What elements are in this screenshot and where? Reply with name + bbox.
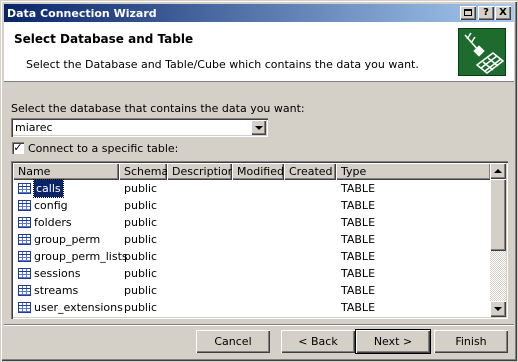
vertical-scrollbar[interactable] — [490, 163, 506, 317]
column-header-modified[interactable]: Modified — [232, 163, 284, 180]
next-button[interactable]: Next > — [356, 330, 430, 353]
database-dropdown[interactable]: miarec — [11, 118, 268, 137]
table-type: TABLE — [341, 301, 376, 314]
scroll-thumb[interactable] — [490, 179, 506, 251]
table-icon — [18, 234, 31, 245]
finish-button[interactable]: Finish — [434, 330, 508, 353]
table-icon — [18, 217, 31, 228]
question-mark-icon: ? — [483, 7, 489, 18]
table-icon — [18, 268, 31, 279]
wizard-header: Select Database and Table Select the Dat… — [4, 22, 514, 82]
table-schema: public — [124, 284, 158, 297]
table-name: folders — [34, 216, 72, 229]
table-schema: public — [124, 301, 158, 314]
database-label: Select the database that contains the da… — [11, 102, 305, 115]
table-row[interactable]: group_perm public TABLE — [13, 231, 491, 248]
dropdown-button[interactable] — [251, 120, 266, 135]
table-icon — [18, 302, 31, 313]
table-icon — [18, 183, 31, 194]
table-list[interactable]: Name Schema Description Modified Created… — [11, 161, 508, 319]
table-name: calls — [33, 179, 64, 198]
back-button[interactable]: < Back — [281, 330, 355, 353]
restore-button[interactable] — [460, 6, 476, 20]
table-schema: public — [124, 182, 158, 195]
column-header-description[interactable]: Description — [167, 163, 232, 180]
table-icon — [18, 251, 31, 262]
table-list-header: Name Schema Description Modified Created… — [13, 163, 491, 180]
table-schema: public — [124, 199, 158, 212]
help-button[interactable]: ? — [478, 6, 494, 20]
table-row[interactable]: calls public TABLE — [13, 179, 491, 198]
table-icon — [18, 285, 31, 296]
table-row[interactable]: streams public TABLE — [13, 282, 491, 299]
close-icon: X — [499, 7, 507, 18]
arrow-up-icon — [494, 169, 502, 173]
table-schema: public — [124, 267, 158, 280]
table-name: group_perm_lists — [34, 250, 128, 263]
table-row[interactable]: sessions public TABLE — [13, 265, 491, 282]
table-type: TABLE — [341, 250, 376, 263]
table-name: user_extensions — [34, 301, 123, 314]
table-name: group_perm — [34, 233, 101, 246]
wizard-table-plug-icon — [458, 28, 506, 76]
column-header-name[interactable]: Name — [13, 163, 119, 180]
table-name: sessions — [34, 267, 81, 280]
scroll-down-button[interactable] — [490, 301, 506, 317]
scroll-up-button[interactable] — [490, 163, 506, 179]
cancel-button[interactable]: Cancel — [196, 330, 270, 353]
table-type: TABLE — [341, 182, 376, 195]
connect-specific-table-checkbox[interactable]: ✓ — [12, 142, 24, 154]
chevron-down-icon — [255, 126, 263, 130]
restore-icon — [464, 9, 472, 16]
table-type: TABLE — [341, 199, 376, 212]
table-name: streams — [34, 284, 79, 297]
table-row[interactable]: user_extensions public TABLE — [13, 299, 491, 316]
table-schema: public — [124, 250, 158, 263]
window-title: Data Connection Wizard — [7, 6, 157, 20]
table-type: TABLE — [341, 284, 376, 297]
column-header-created[interactable]: Created — [284, 163, 336, 180]
table-type: TABLE — [341, 233, 376, 246]
table-row[interactable]: config public TABLE — [13, 197, 491, 214]
table-row[interactable]: folders public TABLE — [13, 214, 491, 231]
table-icon — [18, 200, 31, 211]
title-bar[interactable]: Data Connection Wizard ? X — [4, 4, 514, 22]
column-header-type[interactable]: Type — [336, 163, 491, 180]
column-header-schema[interactable]: Schema — [119, 163, 167, 180]
table-row[interactable]: group_perm_lists public TABLE — [13, 248, 491, 265]
database-value: miarec — [15, 121, 53, 134]
close-button[interactable]: X — [495, 6, 511, 20]
table-name: config — [34, 199, 68, 212]
table-schema: public — [124, 233, 158, 246]
data-connection-wizard-window: Data Connection Wizard ? X Select Databa… — [0, 0, 518, 362]
arrow-down-icon — [494, 307, 502, 311]
button-separator — [4, 324, 514, 326]
page-title: Select Database and Table — [14, 32, 194, 46]
page-subtitle: Select the Database and Table/Cube which… — [26, 58, 419, 71]
table-schema: public — [124, 216, 158, 229]
connect-specific-table-label[interactable]: Connect to a specific table: — [28, 142, 178, 155]
table-type: TABLE — [341, 216, 376, 229]
table-type: TABLE — [341, 267, 376, 280]
